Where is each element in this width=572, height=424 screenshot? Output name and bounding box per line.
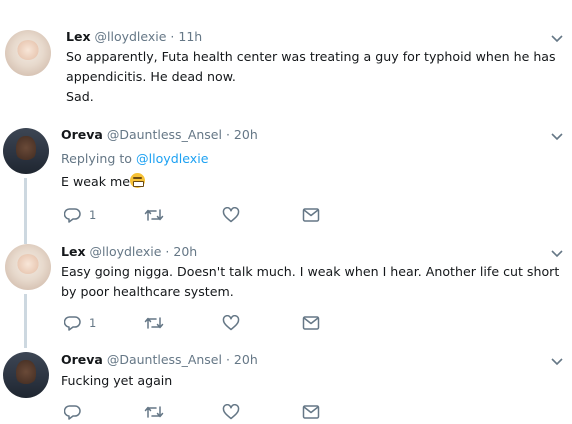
author-name[interactable]: Oreva [61,352,103,367]
text-content: Fucking yet again [61,373,173,388]
tweet-text: Easy going nigga. Doesn't talk much. I w… [61,262,561,302]
timestamp[interactable]: 11h [178,29,202,44]
chevron-down-icon[interactable] [550,34,564,44]
like-button[interactable] [222,206,240,224]
dm-button[interactable] [302,403,320,421]
heart-icon [222,315,240,331]
reply-count: 1 [89,208,97,222]
separator: · [225,352,230,367]
chevron-down-icon[interactable] [550,132,564,142]
tweet-1[interactable]: Lex @lloydlexie · 11h So apparently, Fut… [0,0,572,118]
retweet-button[interactable] [144,314,164,332]
reply-button[interactable]: 1 [64,314,96,332]
tweet-4[interactable]: Oreva @Dauntless_Ansel · 20h Fucking yet… [0,348,572,424]
separator: · [165,244,170,259]
reply-icon [64,208,81,223]
tweet-text: E weak me [61,172,146,192]
tweet-header: Lex @lloydlexie · 20h [61,244,197,259]
reply-icon [64,405,81,420]
timestamp[interactable]: 20h [234,352,258,367]
timestamp[interactable]: 20h [173,244,197,259]
tweet-header: Oreva @Dauntless_Ansel · 20h [61,352,258,367]
text-content: E weak me [61,174,131,189]
author-handle[interactable]: @lloydlexie [95,29,167,44]
replying-label: Replying to [61,151,132,166]
tweet-actions: 1 [64,206,364,224]
reply-icon [64,316,81,331]
tweet-3[interactable]: Lex @lloydlexie · 20h Easy going nigga. … [0,238,572,348]
tweet-text: So apparently, Futa health center was tr… [66,47,556,107]
text-line: Easy going nigga. Doesn't talk much. I w… [61,264,560,279]
heart-icon [222,404,240,420]
separator: · [170,29,175,44]
author-handle[interactable]: @lloydlexie [90,244,162,259]
tweet-2[interactable]: Oreva @Dauntless_Ansel · 20h Replying to… [0,118,572,240]
replying-handle[interactable]: @lloydlexie [136,151,208,166]
avatar[interactable] [5,30,51,76]
avatar[interactable] [3,352,49,398]
tweet-text: Fucking yet again [61,371,172,391]
thread-line [24,294,27,348]
tweet-actions [64,403,364,421]
reply-button[interactable] [64,403,81,421]
avatar[interactable] [3,128,49,174]
tweet-actions: 1 [64,314,364,332]
like-button[interactable] [222,403,240,421]
dm-button[interactable] [302,206,320,224]
separator: · [225,127,230,142]
weary-face-emoji [130,173,146,188]
retweet-button[interactable] [144,206,164,224]
reply-button[interactable]: 1 [64,206,96,224]
text-line: So apparently, Futa health center was tr… [66,49,556,64]
author-name[interactable]: Oreva [61,127,103,142]
author-handle[interactable]: @Dauntless_Ansel [107,352,222,367]
text-line: appendicitis. He dead now. [66,69,236,84]
tweet-header: Lex @lloydlexie · 11h [66,29,202,44]
envelope-icon [302,208,320,222]
thread-line [24,178,27,240]
reply-count: 1 [89,316,97,330]
envelope-icon [302,405,320,419]
text-line: by poor healthcare system. [61,284,234,299]
timestamp[interactable]: 20h [234,127,258,142]
retweet-icon [144,317,164,329]
retweet-icon [144,406,164,418]
tweet-header: Oreva @Dauntless_Ansel · 20h [61,127,258,142]
author-name[interactable]: Lex [61,244,86,259]
replying-to: Replying to @lloydlexie [61,151,209,166]
author-name[interactable]: Lex [66,29,91,44]
retweet-button[interactable] [144,403,164,421]
author-handle[interactable]: @Dauntless_Ansel [107,127,222,142]
avatar[interactable] [5,244,51,290]
text-line: Sad. [66,89,94,104]
chevron-down-icon[interactable] [550,357,564,367]
like-button[interactable] [222,314,240,332]
heart-icon [222,207,240,223]
retweet-icon [144,209,164,221]
dm-button[interactable] [302,314,320,332]
envelope-icon [302,316,320,330]
chevron-down-icon[interactable] [550,249,564,259]
